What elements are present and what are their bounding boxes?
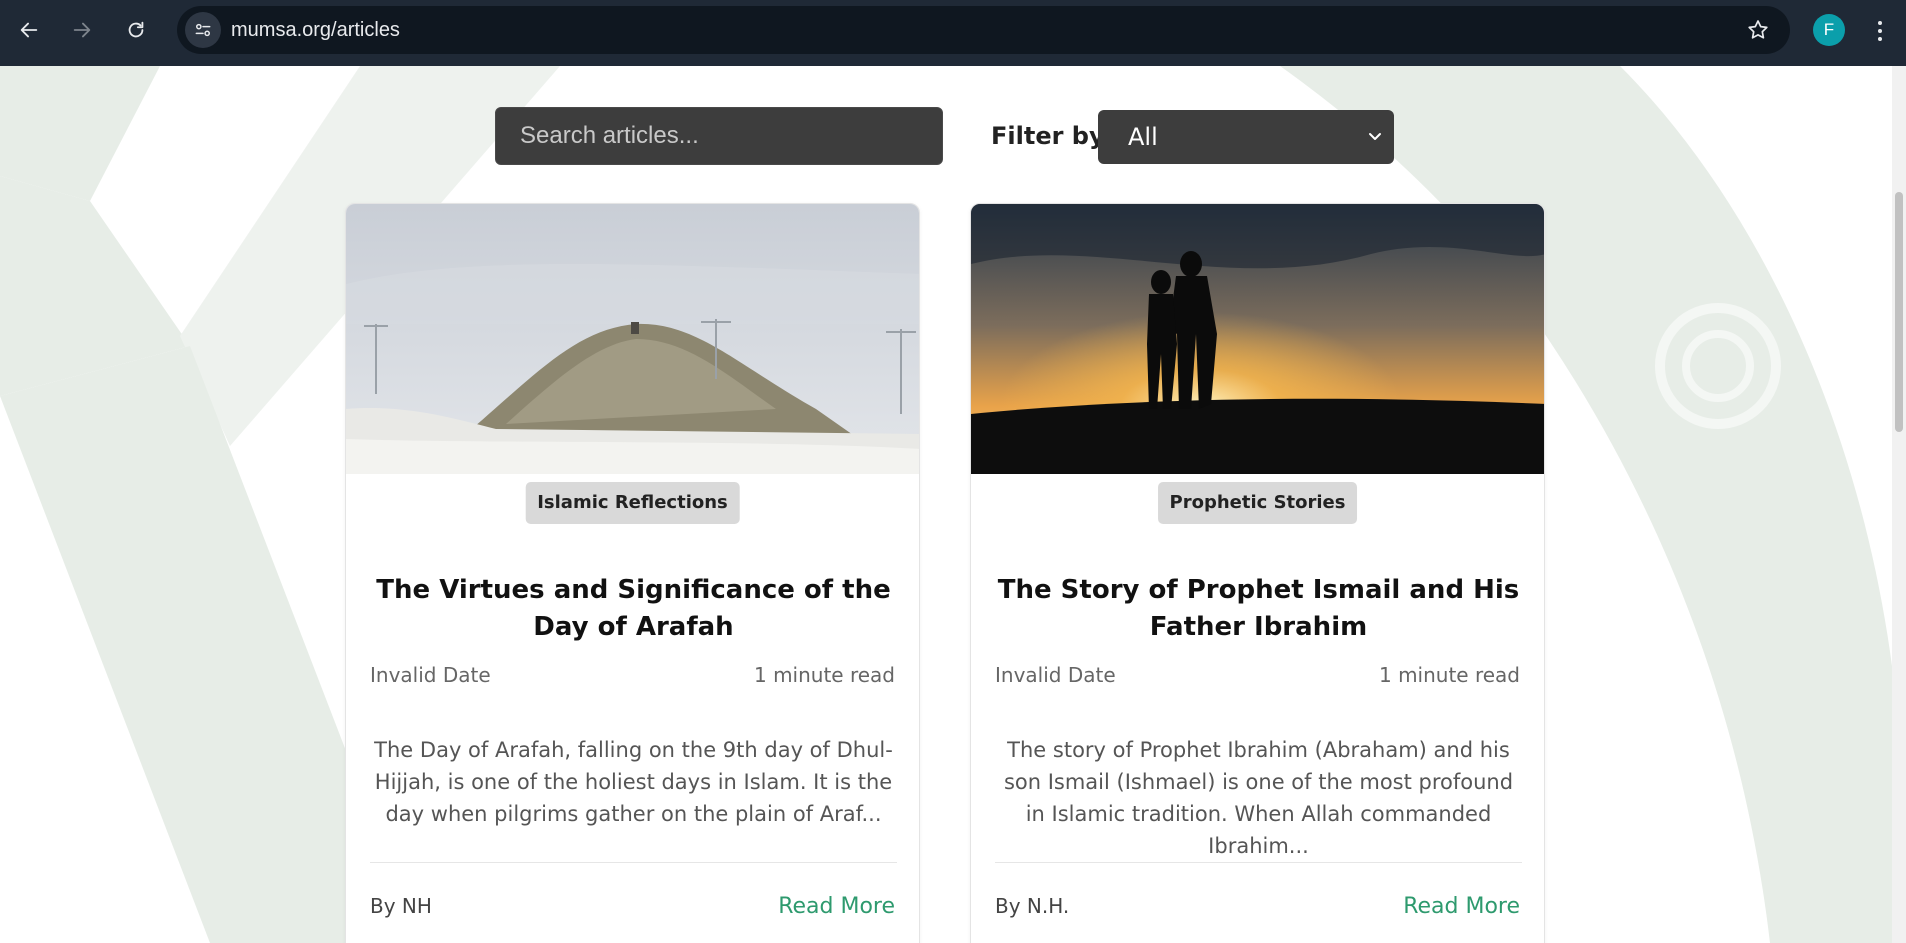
scrollbar-thumb[interactable] [1895, 192, 1903, 432]
article-excerpt: The story of Prophet Ibrahim (Abraham) a… [1003, 738, 1514, 858]
tune-icon [195, 23, 211, 37]
page-scrollbar[interactable] [1892, 66, 1906, 943]
article-date: Invalid Date [370, 663, 491, 687]
address-bar[interactable]: mumsa.org/articles [177, 6, 1790, 54]
article-image-arafah [346, 204, 919, 474]
article-title[interactable]: The Story of Prophet Ismail and His Fath… [995, 572, 1522, 646]
url-text[interactable]: mumsa.org/articles [231, 6, 400, 54]
article-read-time: 1 minute read [1378, 663, 1520, 687]
article-author: By NH [370, 894, 432, 918]
article-excerpt: The Day of Arafah, falling on the 9th da… [374, 738, 893, 826]
browser-toolbar: mumsa.org/articles F [0, 0, 1906, 66]
filter-selected-value: All [1128, 123, 1158, 151]
article-card[interactable]: Islamic Reflections The Virtues and Sign… [345, 203, 920, 943]
chevron-down-icon [1369, 133, 1381, 140]
forward-button[interactable] [64, 12, 100, 48]
article-author: By N.H. [995, 894, 1070, 918]
filter-select[interactable]: All [1098, 110, 1394, 164]
filter-label: Filter by: [991, 122, 1115, 150]
read-more-link[interactable]: Read More [778, 894, 895, 919]
card-divider [370, 862, 897, 863]
page-content: Filter by: All Islam [0, 66, 1892, 943]
reload-icon [128, 21, 144, 38]
article-card[interactable]: Prophetic Stories The Story of Prophet I… [970, 203, 1545, 943]
back-button[interactable] [11, 12, 47, 48]
article-read-time: 1 minute read [753, 663, 895, 687]
arrow-right-icon [73, 22, 91, 38]
read-more-link[interactable]: Read More [1403, 894, 1520, 919]
article-title[interactable]: The Virtues and Significance of the Day … [370, 572, 897, 646]
bookmark-star-icon[interactable] [1746, 18, 1770, 42]
background-watermark [0, 66, 1892, 943]
search-input[interactable] [495, 107, 943, 165]
article-date: Invalid Date [995, 663, 1116, 687]
card-divider [995, 862, 1522, 863]
category-badge[interactable]: Islamic Reflections [525, 482, 740, 524]
category-badge[interactable]: Prophetic Stories [1157, 482, 1358, 524]
profile-avatar[interactable]: F [1813, 14, 1845, 46]
arrow-left-icon [20, 22, 38, 38]
article-image-silhouette [971, 204, 1544, 474]
browser-menu-button[interactable] [1868, 14, 1892, 48]
reload-button[interactable] [118, 12, 154, 48]
site-info-button[interactable] [185, 12, 221, 48]
